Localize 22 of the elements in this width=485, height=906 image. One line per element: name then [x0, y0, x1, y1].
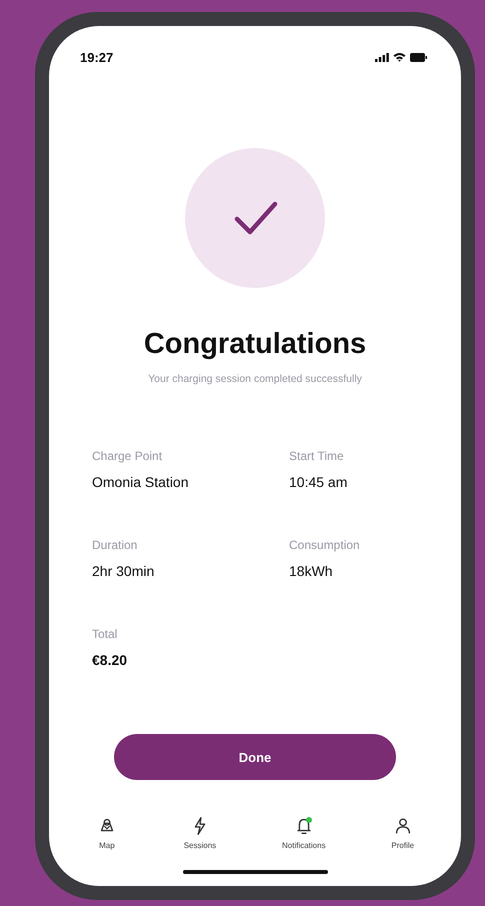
detail-label: Total	[92, 627, 118, 641]
detail-label: Start Time	[289, 449, 345, 463]
detail-value: Omonia Station	[92, 474, 190, 490]
detail-label: Consumption	[289, 538, 361, 552]
battery-icon	[410, 52, 427, 62]
detail-value: 10:45 am	[289, 474, 348, 490]
done-button[interactable]: Done	[114, 734, 396, 780]
detail-label: Duration	[92, 538, 138, 552]
detail-value: €8.20	[92, 652, 128, 668]
tab-item[interactable]: Profile	[391, 815, 414, 850]
tab-item[interactable]: Map	[96, 815, 118, 850]
detail-value: 2hr 30min	[92, 563, 156, 579]
subtitle: Your charging session completed successfully	[147, 373, 363, 385]
status-time: 19:27	[80, 50, 114, 64]
tab-item[interactable]: Sessions	[184, 815, 216, 850]
detail-value: 18kWh	[289, 563, 334, 579]
checkmark-icon	[185, 148, 325, 288]
detail-label: Charge Point	[92, 449, 164, 463]
signal-icon	[375, 52, 389, 62]
title: Congratulations	[142, 328, 368, 361]
wifi-icon	[393, 52, 406, 62]
tab-item[interactable]: Notifications	[282, 815, 326, 850]
